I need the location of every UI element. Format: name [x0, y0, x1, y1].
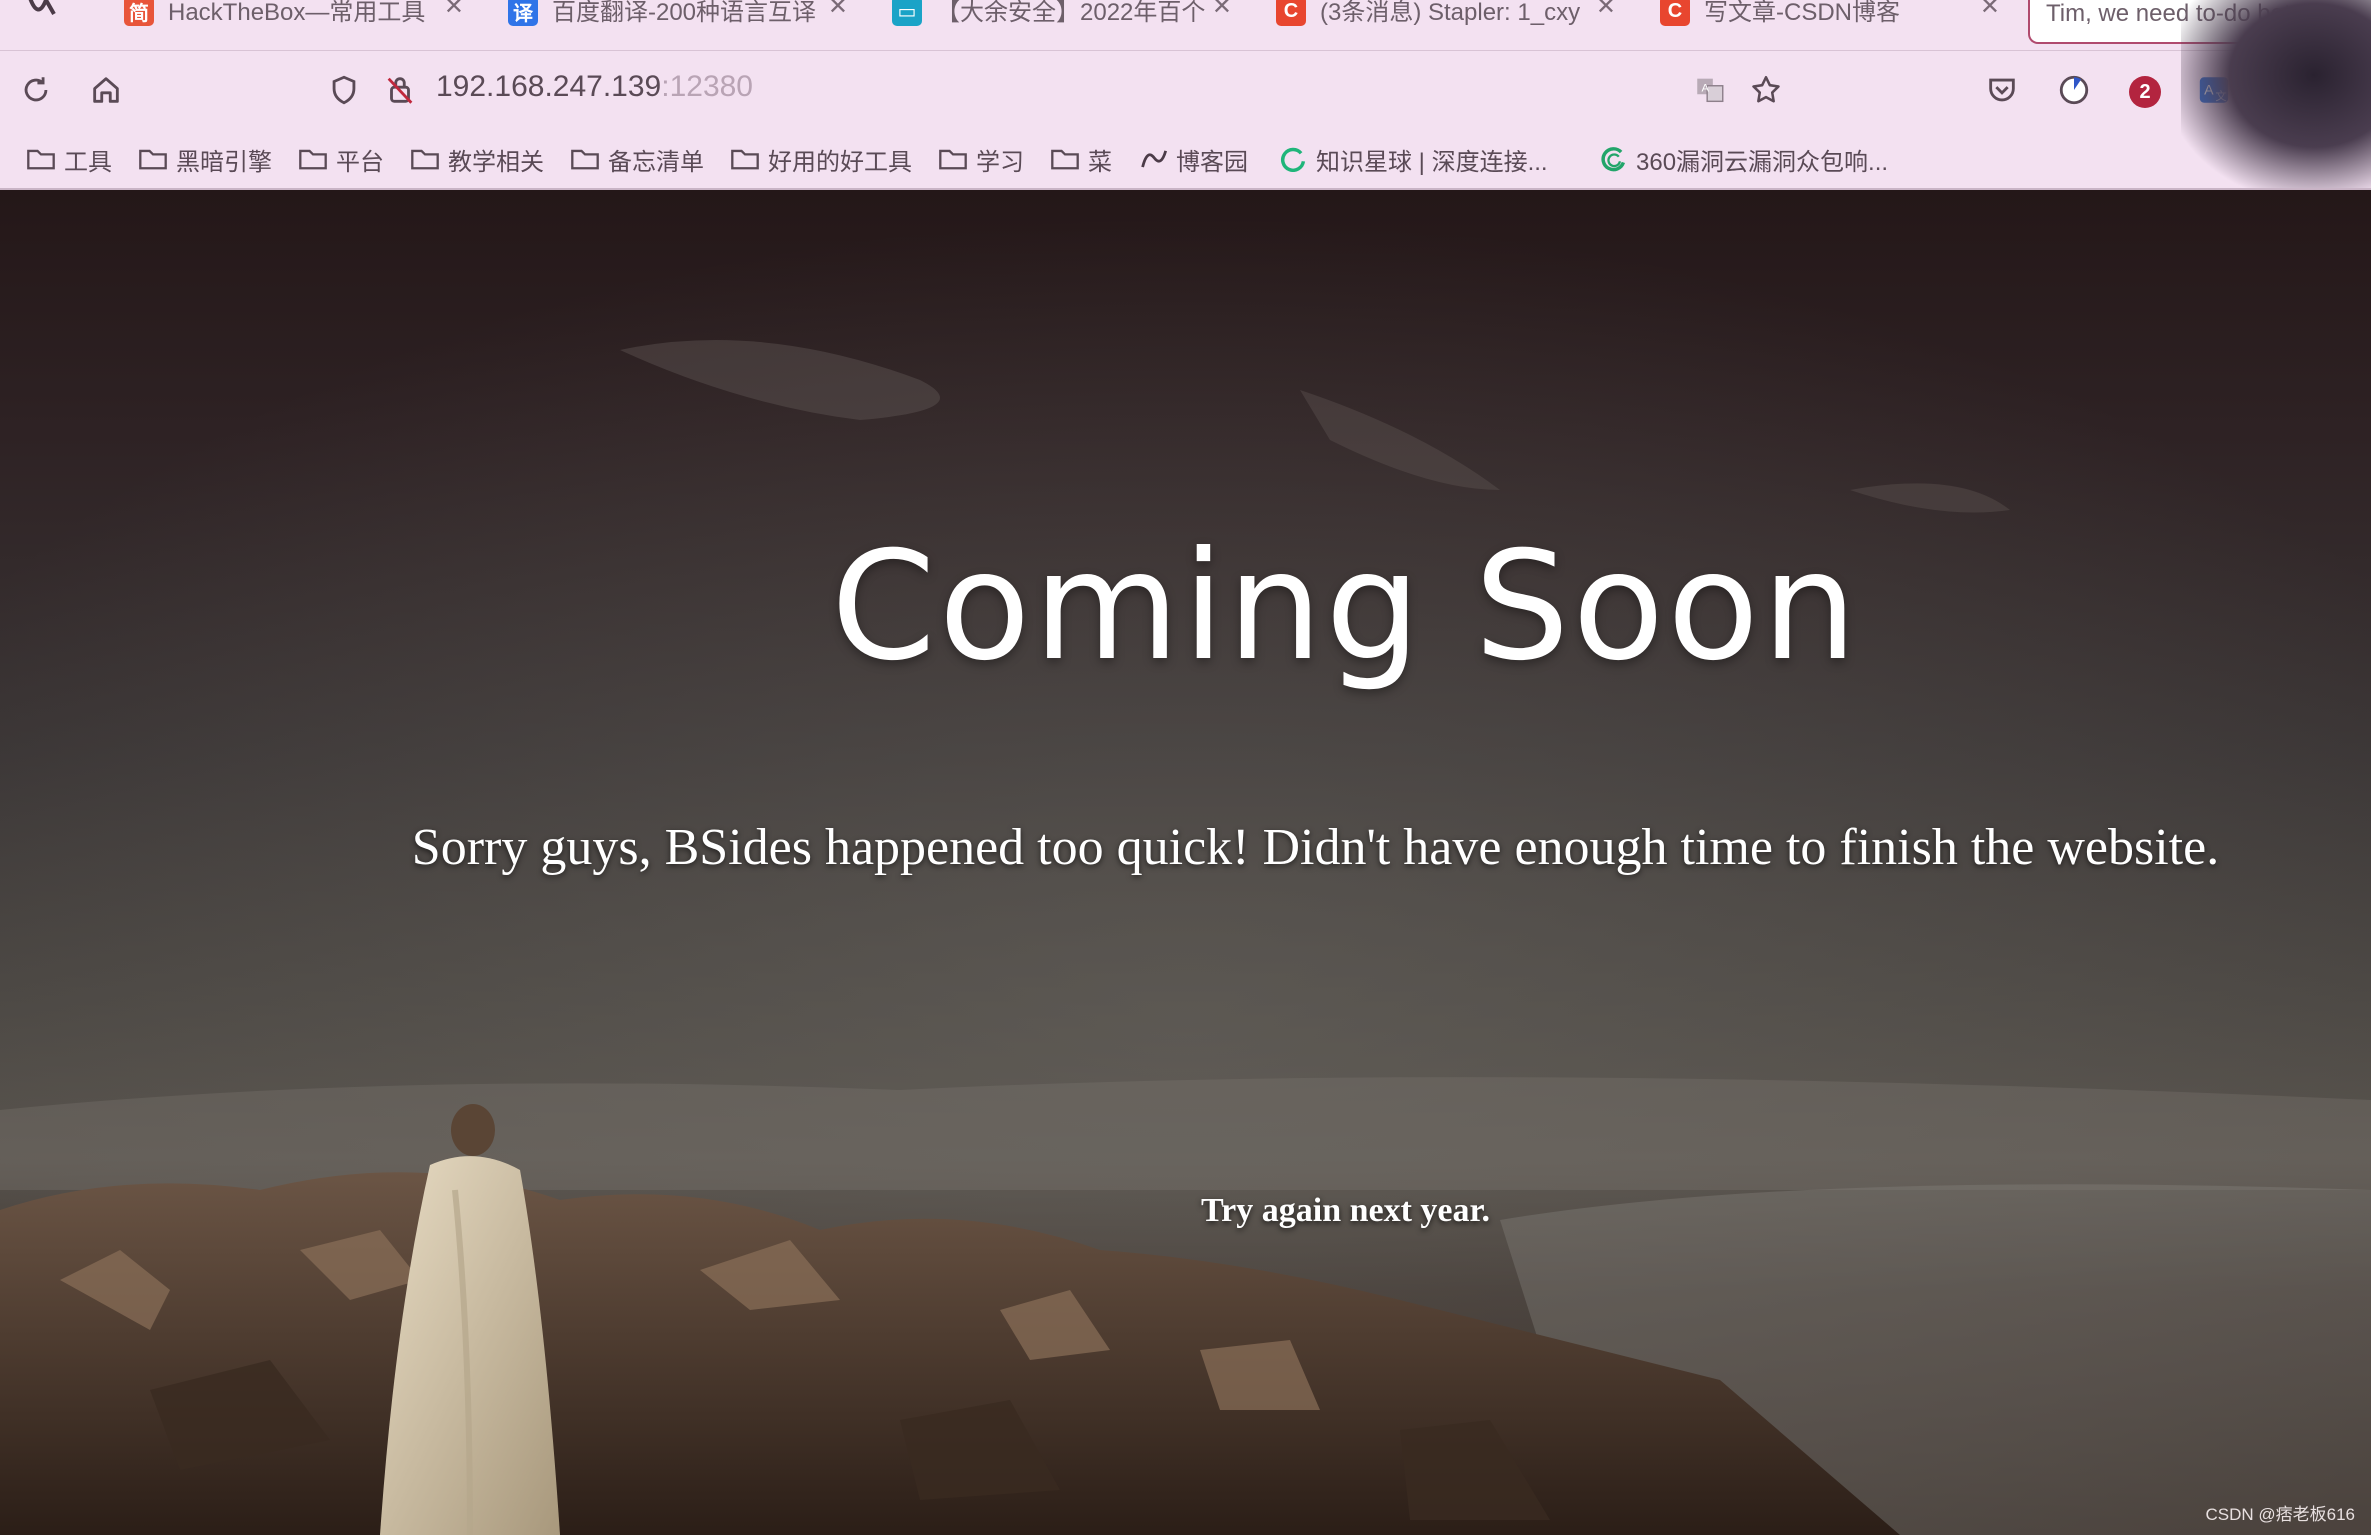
zsxq-icon: [1280, 147, 1306, 172]
tab-title: 【大余安全】2022年百个: [936, 0, 1206, 26]
bookmark-folder-teaching[interactable]: 教学相关: [410, 136, 544, 182]
page-footer-note: Try again next year.: [1201, 1192, 1490, 1229]
tab-favicon: ▭: [892, 0, 922, 26]
tab-favicon: C: [1276, 0, 1306, 26]
close-icon[interactable]: ✕: [444, 0, 464, 21]
tab-favicon: 简: [124, 0, 154, 26]
close-icon[interactable]: ✕: [1212, 0, 1232, 21]
folder-icon: [1051, 149, 1079, 170]
tab-title: (3条消息) Stapler: 1_cxy: [1320, 0, 1581, 26]
bookmark-label: 知识星球 | 深度连接...: [1316, 148, 1548, 176]
translate-button[interactable]: A: [1690, 70, 1730, 110]
tab-csdn-write[interactable]: C 写文章-CSDN博客 ✕: [1660, 0, 2004, 36]
bookmark-label: 学习: [976, 148, 1024, 176]
folder-icon: [731, 149, 759, 170]
translate-icon: A: [1697, 78, 1724, 103]
timer-extension-button[interactable]: [2054, 70, 2094, 110]
folder-icon: [411, 149, 439, 170]
folder-icon: [27, 149, 55, 170]
bookmark-label: 黑暗引擎: [176, 148, 272, 176]
bookmark-label: 菜: [1088, 148, 1112, 176]
reload-button[interactable]: [16, 70, 56, 110]
bookmark-folder-cheatsheet[interactable]: 备忘清单: [570, 136, 704, 182]
pocket-button[interactable]: [1982, 70, 2022, 110]
tab-title: HackTheBox—常用工具: [168, 0, 426, 26]
pocket-icon: [1989, 78, 2015, 102]
bookmark-folder-tools[interactable]: 工具: [26, 136, 112, 182]
theme-cat-artwork: [2181, 0, 2371, 188]
csdn-watermark: CSDN @痞老板616: [2205, 1505, 2355, 1524]
bookmark-label: 备忘清单: [608, 148, 704, 176]
360-icon: [1601, 147, 1626, 172]
notification-badge[interactable]: 2: [2129, 76, 2161, 108]
browser-logo-icon[interactable]: [24, 0, 64, 24]
tab-favicon: C: [1660, 0, 1690, 26]
bookmark-label: 博客园: [1176, 148, 1248, 176]
close-icon[interactable]: ✕: [1596, 0, 1616, 21]
bookmark-360[interactable]: 360漏洞云漏洞众包响...: [1598, 136, 1888, 182]
tab-baidu-translate[interactable]: 译 百度翻译-200种语言互译 ✕: [508, 0, 852, 36]
bookmark-folder-study[interactable]: 学习: [938, 136, 1024, 182]
tab-favicon: 译: [508, 0, 538, 26]
tab-title: 写文章-CSDN博客: [1704, 0, 1900, 26]
page-subtitle: Sorry guys, BSides happened too quick! D…: [411, 819, 2220, 876]
bookmark-folder-dark-engine[interactable]: 黑暗引擎: [138, 136, 272, 182]
tab-strip: 简 HackTheBox—常用工具 ✕ 译 百度翻译-200种语言互译 ✕ ▭ …: [0, 0, 2371, 51]
page-viewport: Coming Soon Sorry guys, BSides happened …: [0, 190, 2371, 1535]
url-port: :12380: [661, 70, 753, 103]
navigation-bar: A A文: [0, 52, 2371, 128]
star-icon: [1752, 75, 1780, 103]
folder-icon: [299, 149, 327, 170]
folder-icon: [571, 149, 599, 170]
reload-icon: [24, 77, 48, 102]
page-headline: Coming Soon: [830, 520, 1861, 694]
tab-hackthebox[interactable]: 简 HackTheBox—常用工具 ✕: [124, 0, 468, 36]
connection-security-button[interactable]: [380, 70, 420, 110]
insecure-lock-icon: [387, 77, 413, 104]
bookmark-label: 平台: [336, 148, 384, 176]
close-icon[interactable]: ✕: [828, 0, 848, 21]
bookmark-folder-cai[interactable]: 菜: [1050, 136, 1112, 182]
bookmark-folder-good-tools[interactable]: 好用的好工具: [730, 136, 912, 182]
tab-csdn-stapler[interactable]: C (3条消息) Stapler: 1_cxy ✕: [1276, 0, 1620, 36]
url-host: 192.168.247.139: [436, 70, 662, 103]
bookmark-label: 好用的好工具: [768, 148, 912, 176]
bookmark-label: 工具: [64, 148, 112, 176]
address-bar[interactable]: 192.168.247.139:12380: [436, 70, 753, 104]
bookmark-zsxq[interactable]: 知识星球 | 深度连接...: [1278, 136, 1548, 182]
tracking-protection-button[interactable]: [324, 70, 364, 110]
bookmarks-toolbar: 工具 黑暗引擎 平台 教学相关 备忘清单 好用的好工具 学习 菜 博客园 知识星…: [0, 136, 2371, 182]
shield-icon: [332, 75, 356, 105]
folder-icon: [139, 149, 167, 170]
tab-title: 百度翻译-200种语言互译: [552, 0, 817, 26]
close-icon[interactable]: ✕: [1980, 0, 2000, 21]
bookmark-star-button[interactable]: [1746, 70, 1786, 110]
bookmark-cnblogs[interactable]: 博客园: [1138, 136, 1248, 182]
bookmark-label: 360漏洞云漏洞众包响...: [1636, 148, 1889, 176]
svg-text:A: A: [1702, 82, 1710, 94]
tab-dayu-security[interactable]: ▭ 【大余安全】2022年百个 ✕: [892, 0, 1236, 36]
cnblogs-icon: [1141, 150, 1168, 168]
browser-chrome: 简 HackTheBox—常用工具 ✕ 译 百度翻译-200种语言互译 ✕ ▭ …: [0, 0, 2371, 190]
home-icon: [93, 77, 119, 103]
timer-icon: [2059, 75, 2089, 105]
bookmark-folder-platform[interactable]: 平台: [298, 136, 384, 182]
bookmark-label: 教学相关: [448, 148, 544, 176]
folder-icon: [939, 149, 967, 170]
home-button[interactable]: [86, 70, 126, 110]
